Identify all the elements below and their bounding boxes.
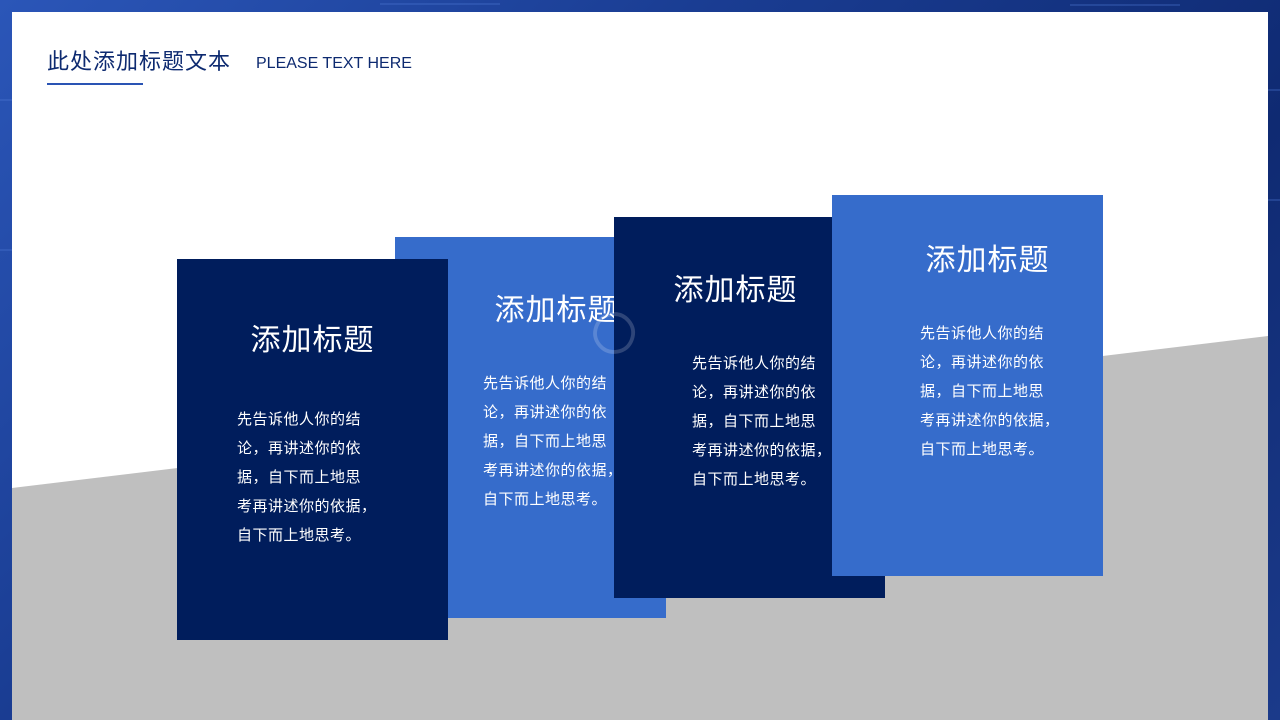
card-title: 添加标题 xyxy=(925,243,1050,278)
card-text: 先告诉他人你的结 论，再讲述你的依 据，自下而上地思 考再讲述你的依据， 自下而… xyxy=(483,374,623,508)
card-1: 添加标题 先告诉他人你的结 论，再讲述你的依 据，自下而上地思 考再讲述你的依据… xyxy=(177,259,448,640)
card-4-flap xyxy=(832,195,884,576)
content-panel: 此处添加标题文本 PLEASE TEXT HERE 添加标题 先告诉他人你的结 … xyxy=(12,12,1268,720)
card-4: 添加标题 先告诉他人你的结 论，再讲述你的依 据，自下而上地思 考再讲述你的依据… xyxy=(884,195,1103,576)
card-text: 先告诉他人你的结 论，再讲述你的依 据，自下而上地思 考再讲述你的依据， 自下而… xyxy=(237,410,377,544)
card-3-flap xyxy=(614,217,666,598)
card-title: 添加标题 xyxy=(250,323,375,358)
card-text: 先告诉他人你的结 论，再讲述你的依 据，自下而上地思 考再讲述你的依据， 自下而… xyxy=(692,354,832,488)
card-text: 先告诉他人你的结 论，再讲述你的依 据，自下而上地思 考再讲述你的依据， 自下而… xyxy=(920,324,1060,458)
